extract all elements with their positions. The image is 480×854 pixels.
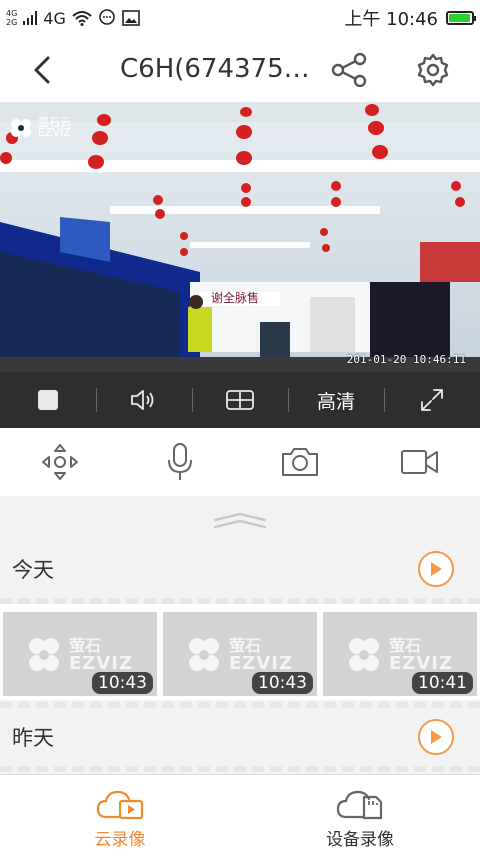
action-bar [0, 428, 480, 496]
ezviz-logo-icon [189, 638, 219, 671]
wifi-icon [72, 11, 92, 26]
camera-scene-image: 谢全脉售 [0, 102, 480, 372]
fullscreen-icon [421, 389, 443, 411]
bottom-navigation: 云录像 设备录像 [0, 774, 480, 854]
thumbnail-logo-text: 萤石 EZVIZ [69, 637, 133, 673]
network-bottom-label: 2G [6, 18, 18, 27]
play-yesterday-button[interactable] [418, 719, 454, 755]
watermark-text: 萤石云 EZVIZ [38, 117, 71, 139]
video-timestamp: 201-01-20 10:46:11 [346, 353, 466, 366]
camera-icon [282, 448, 318, 476]
video-record-icon [401, 450, 438, 474]
quality-label: 高清 [316, 390, 355, 413]
play-icon [431, 562, 442, 576]
divider [0, 766, 480, 772]
svg-text:谢全脉售: 谢全脉售 [211, 290, 259, 305]
volume-button[interactable] [96, 372, 192, 428]
volume-icon [131, 390, 154, 410]
share-button[interactable] [328, 50, 370, 90]
player-control-bar: 高清 [0, 372, 480, 428]
stop-icon [38, 390, 58, 410]
clock: 上午 10:46 [344, 9, 438, 30]
ptz-direction-icon [42, 444, 78, 480]
chevron-left-icon [34, 56, 50, 84]
section-today: 今天 [0, 542, 480, 596]
cloud-video-icon [96, 790, 144, 820]
record-button[interactable] [360, 428, 480, 496]
status-left: 4G 2G 4G [6, 9, 140, 28]
section-yesterday: 昨天 [0, 710, 480, 764]
gear-icon [417, 53, 449, 87]
status-right: 上午 10:46 [344, 5, 476, 31]
live-video-view[interactable]: 谢全脉售 萤石云 EZVIZ 201-01-20 10:46:11 [0, 102, 480, 372]
recording-thumbnails: 萤石 EZVIZ 10:43 萤石 EZVIZ 10:43 萤石 EZVIZ 1… [0, 604, 480, 700]
battery-icon [446, 11, 476, 25]
device-title: C6H(674375… [120, 54, 310, 84]
recording-thumbnail[interactable]: 萤石 EZVIZ 10:43 [3, 612, 157, 696]
collapse-handle[interactable] [210, 506, 270, 534]
network-indicator: 4G 2G [6, 9, 17, 27]
play-icon [431, 730, 442, 744]
microphone-icon [168, 443, 192, 480]
ezviz-logo-icon [349, 638, 379, 671]
battery-level-fill [449, 14, 470, 22]
network-top-label: 4G [6, 9, 18, 18]
share-icon [331, 53, 367, 87]
status-bar: 4G 2G 4G 上午 10:46 [0, 0, 480, 36]
section-yesterday-label: 昨天 [12, 726, 54, 750]
message-icon [99, 9, 115, 25]
recording-thumbnail[interactable]: 萤石 EZVIZ 10:41 [323, 612, 477, 696]
double-chevron-up-icon [213, 512, 267, 529]
divider [0, 702, 480, 708]
talk-button[interactable] [120, 428, 240, 496]
snapshot-button[interactable] [240, 428, 360, 496]
signal-icon [23, 11, 38, 25]
settings-button[interactable] [412, 50, 454, 90]
ezviz-logo-icon [29, 638, 59, 671]
thumbnail-time: 10:41 [412, 672, 473, 694]
logo-en: EZVIZ [229, 653, 294, 674]
thumbnail-logo-text: 萤石 EZVIZ [389, 637, 453, 673]
network-type: 4G [43, 8, 66, 28]
image-icon [122, 10, 140, 26]
thumbnail-logo-text: 萤石 EZVIZ [229, 637, 293, 673]
top-app-bar: C6H(674375… [0, 36, 480, 102]
tab-device-label: 设备录像 [326, 830, 394, 850]
thumbnail-logo: 萤石 EZVIZ [345, 636, 453, 674]
ptz-button[interactable] [0, 428, 120, 496]
thumbnail-logo: 萤石 EZVIZ [185, 636, 293, 674]
ezviz-watermark: 萤石云 EZVIZ [8, 117, 71, 139]
tab-cloud-label: 云录像 [94, 830, 146, 850]
thumbnail-logo: 萤石 EZVIZ [25, 636, 133, 674]
logo-en: EZVIZ [389, 653, 454, 674]
play-today-button[interactable] [418, 551, 454, 587]
section-today-label: 今天 [12, 558, 54, 582]
ezviz-logo-icon [11, 119, 31, 137]
watermark-en: EZVIZ [38, 126, 71, 139]
recording-thumbnail[interactable]: 萤石 EZVIZ 10:43 [163, 612, 317, 696]
layout-button[interactable] [192, 372, 288, 428]
cloud-sdcard-icon [336, 790, 383, 820]
grid-icon [226, 390, 254, 410]
logo-en: EZVIZ [69, 653, 134, 674]
tab-cloud-recording[interactable]: 云录像 [0, 775, 240, 854]
fullscreen-button[interactable] [384, 372, 480, 428]
back-button[interactable] [22, 52, 62, 88]
stop-button[interactable] [0, 372, 96, 428]
quality-button[interactable]: 高清 [288, 372, 384, 428]
thumbnail-time: 10:43 [252, 672, 313, 694]
thumbnail-time: 10:43 [92, 672, 153, 694]
tab-device-recording[interactable]: 设备录像 [240, 775, 480, 854]
